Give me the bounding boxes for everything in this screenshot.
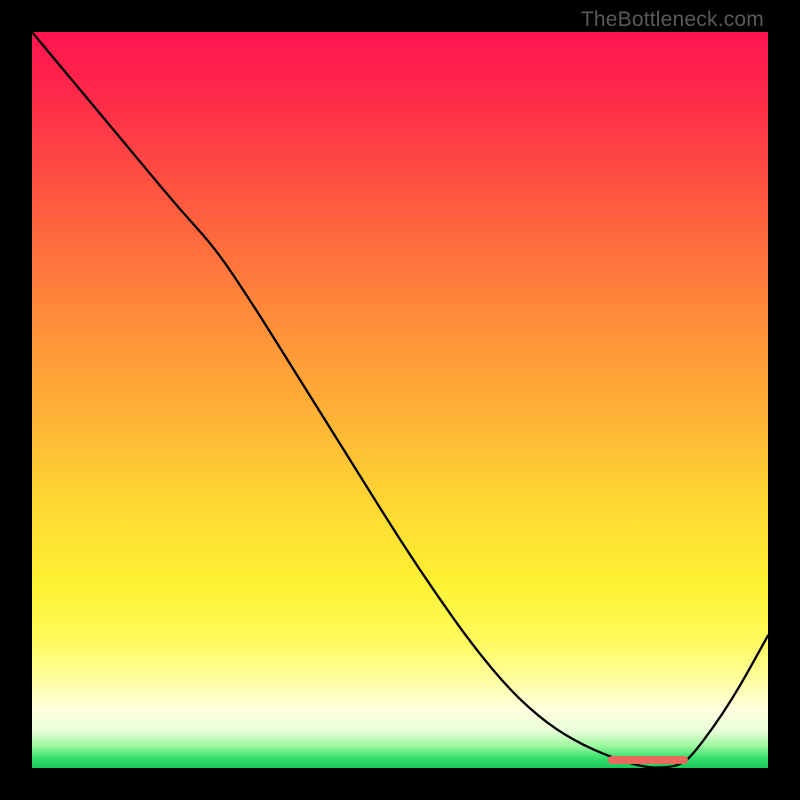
watermark-text: TheBottleneck.com [581, 8, 764, 32]
bottleneck-curve [32, 32, 768, 768]
optimum-range-marker [608, 756, 688, 764]
plot-frame [32, 32, 768, 768]
